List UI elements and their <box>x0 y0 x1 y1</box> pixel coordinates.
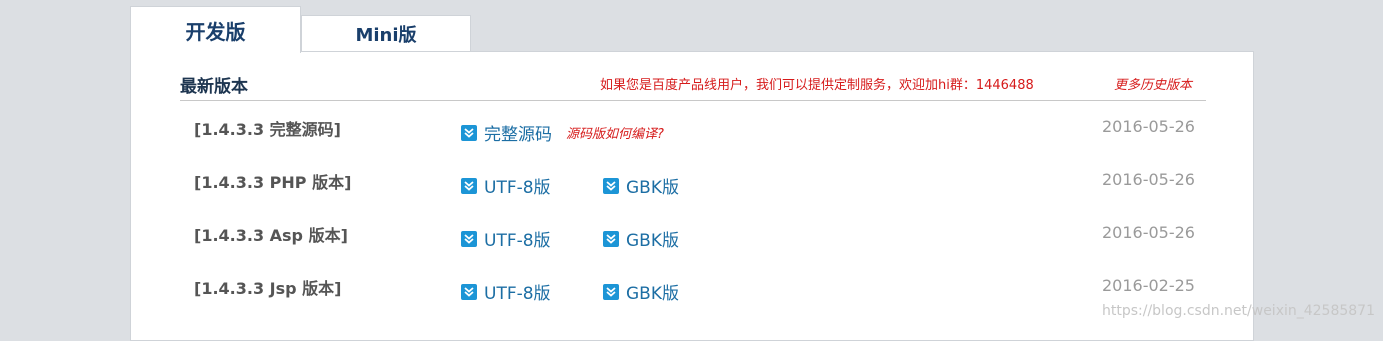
download-icon <box>603 283 619 300</box>
download-asp-utf8-link[interactable]: UTF-8版 <box>461 226 551 251</box>
more-history-versions-link[interactable]: 更多历史版本 <box>1114 74 1192 93</box>
download-php-utf8-link[interactable]: UTF-8版 <box>461 173 551 198</box>
compile-help-link[interactable]: 源码版如何编译? <box>566 123 664 142</box>
download-icon <box>461 283 477 300</box>
row-label-php: [1.4.3.3 PHP 版本] <box>194 173 352 192</box>
download-link-label: 完整源码 <box>484 125 552 145</box>
download-link-label: GBK版 <box>626 231 679 251</box>
download-link-label: GBK版 <box>626 178 679 198</box>
row-date: 2016-02-25 <box>1102 276 1195 295</box>
row-label-asp: [1.4.3.3 Asp 版本] <box>194 226 348 245</box>
download-php-gbk-link[interactable]: GBK版 <box>603 173 679 198</box>
row-date: 2016-05-26 <box>1102 170 1195 189</box>
download-link-label: GBK版 <box>626 284 679 304</box>
download-jsp-utf8-link[interactable]: UTF-8版 <box>461 279 551 304</box>
download-asp-gbk-link[interactable]: GBK版 <box>603 226 679 251</box>
download-icon <box>461 124 477 141</box>
download-link-label: UTF-8版 <box>484 284 551 304</box>
download-icon <box>603 230 619 247</box>
download-icon <box>461 177 477 194</box>
tab-dev-version[interactable]: 开发版 <box>130 6 301 53</box>
csdn-watermark: https://blog.csdn.net/weixin_42585871 <box>1101 303 1375 319</box>
tab-mini-version[interactable]: Mini版 <box>301 15 471 52</box>
section-title: 最新版本 <box>180 77 248 97</box>
download-icon <box>461 230 477 247</box>
row-label-jsp: [1.4.3.3 Jsp 版本] <box>194 279 342 298</box>
download-link-label: UTF-8版 <box>484 178 551 198</box>
download-full-source-link[interactable]: 完整源码 <box>461 120 552 145</box>
download-link-label: UTF-8版 <box>484 231 551 251</box>
download-jsp-gbk-link[interactable]: GBK版 <box>603 279 679 304</box>
custom-service-notice: 如果您是百度产品线用户，我们可以提供定制服务，欢迎加hi群：1446488 <box>600 78 1034 93</box>
row-date: 2016-05-26 <box>1102 223 1195 242</box>
download-icon <box>603 177 619 194</box>
row-date: 2016-05-26 <box>1102 117 1195 136</box>
section-divider <box>180 100 1206 101</box>
row-label-full-source: [1.4.3.3 完整源码] <box>194 120 341 139</box>
